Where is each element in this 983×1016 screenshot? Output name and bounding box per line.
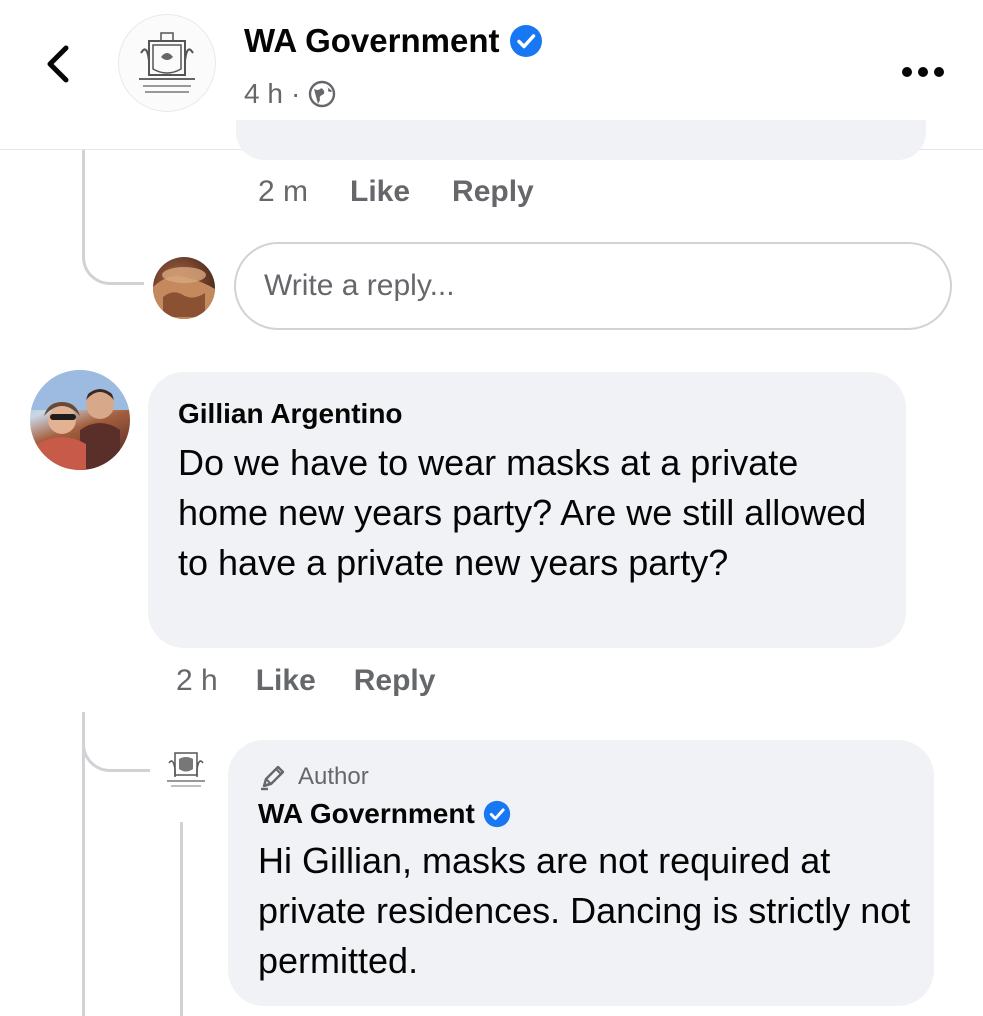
avatar[interactable] (30, 370, 130, 470)
post-meta: 4 h · (244, 78, 336, 110)
reply-author[interactable]: WA Government (258, 798, 904, 830)
reply-text: Hi Gillian, masks are not required at pr… (258, 840, 911, 981)
thread-line (180, 822, 183, 1016)
avatar-image (153, 267, 215, 319)
crest-icon (139, 32, 195, 93)
verified-badge-icon (483, 800, 510, 828)
author-badge-label: Author (298, 763, 369, 790)
like-button[interactable]: Like (350, 175, 410, 209)
previous-comment-actions: 2 m Like Reply (258, 175, 534, 209)
thread-curve (82, 230, 144, 285)
comment-actions: 2 h Like Reply (176, 664, 435, 698)
reply-bubble[interactable]: Author WA Government Hi Gillian, masks a… (228, 740, 934, 1006)
government-crest-logo[interactable] (118, 14, 216, 112)
avatar-image (30, 370, 130, 470)
previous-comment-time[interactable]: 2 m (258, 175, 308, 209)
previous-comment-bubble (236, 120, 926, 160)
back-button[interactable] (38, 36, 78, 92)
page-title[interactable]: WA Government (244, 22, 543, 60)
page-name[interactable]: WA Government (244, 22, 499, 60)
government-crest-logo[interactable] (158, 742, 214, 798)
crest-icon (167, 752, 205, 787)
like-button[interactable]: Like (256, 664, 316, 698)
avatar[interactable] (153, 257, 215, 319)
comment-bubble[interactable]: Gillian Argentino Do we have to wear mas… (148, 372, 906, 648)
reply-button[interactable]: Reply (452, 175, 534, 209)
more-options-button[interactable] (901, 48, 945, 87)
more-options-icon (902, 67, 944, 77)
globe-icon (309, 80, 336, 108)
thread-line (82, 770, 85, 1016)
author-badge: Author (258, 762, 904, 792)
reply-author-name[interactable]: WA Government (258, 798, 475, 830)
meta-separator: · (290, 78, 301, 109)
post-time[interactable]: 4 h (244, 78, 283, 110)
comment-author[interactable]: Gillian Argentino (178, 398, 876, 430)
thread-curve (82, 720, 150, 772)
comment-time[interactable]: 2 h (176, 664, 218, 698)
write-reply-placeholder: Write a reply... (264, 269, 455, 302)
chevron-left-icon (47, 45, 69, 83)
verified-badge-icon (510, 25, 543, 57)
pencil-icon (261, 765, 285, 791)
reply-button[interactable]: Reply (354, 664, 436, 698)
write-reply-input[interactable]: Write a reply... (234, 242, 952, 330)
comment-text: Do we have to wear masks at a private ho… (178, 442, 867, 583)
